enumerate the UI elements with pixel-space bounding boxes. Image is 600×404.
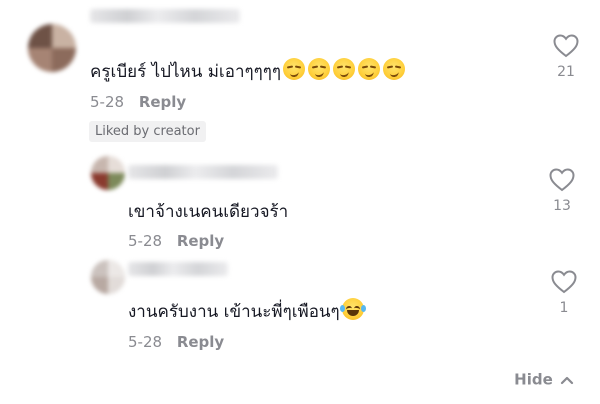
comment-3: งานครับงาน เข้านะพี่ๆเพือนๆ 5-28 Reply 1: [0, 250, 600, 360]
comment-text: ครูเบียร์ ไปไหน ม่เอาๆๆๆๆ: [90, 58, 406, 84]
comment-meta: 5-28 Reply: [90, 93, 186, 111]
heart-icon[interactable]: [549, 168, 575, 192]
reply-button[interactable]: Reply: [177, 232, 224, 250]
smirking-face-emoji: [333, 58, 356, 80]
heart-icon[interactable]: [551, 270, 577, 294]
comment-text: งานครับงาน เข้านะพี่ๆเพือนๆ: [128, 298, 366, 324]
smirking-face-emoji: [358, 58, 381, 80]
avatar[interactable]: [91, 156, 125, 190]
comment-meta: 5-28 Reply: [128, 333, 224, 351]
emoji-row: [339, 298, 366, 320]
chevron-up-icon: [560, 376, 574, 384]
comment-date: 5-28: [128, 232, 163, 250]
hide-replies-button[interactable]: Hide: [514, 370, 574, 389]
username-redacted[interactable]: [90, 9, 240, 23]
username-redacted[interactable]: [128, 262, 228, 276]
comment-meta: 5-28 Reply: [128, 232, 224, 250]
like-count: 1: [559, 300, 569, 316]
comment-1: ครูเบียร์ ไปไหน ม่เอาๆๆๆๆ 5-28 Reply Lik…: [0, 0, 600, 150]
reply-button[interactable]: Reply: [177, 333, 224, 351]
reply-button[interactable]: Reply: [139, 93, 186, 111]
liked-by-creator-badge: Liked by creator: [89, 121, 206, 142]
avatar[interactable]: [28, 24, 76, 72]
smirking-face-emoji: [283, 58, 306, 80]
comment-body: เขาจ้างเนคนเดียวจร้า: [128, 202, 289, 222]
heart-icon[interactable]: [553, 34, 579, 58]
emoji-row: [283, 58, 406, 80]
like-count: 13: [553, 198, 571, 214]
like-button[interactable]: 1: [544, 270, 584, 316]
like-button[interactable]: 21: [546, 34, 586, 80]
comment-date: 5-28: [128, 333, 163, 351]
like-button[interactable]: 13: [542, 168, 582, 214]
face-with-tears-of-joy-emoji: [339, 298, 366, 320]
avatar[interactable]: [91, 260, 125, 294]
like-count: 21: [557, 64, 575, 80]
comment-body: ครูเบียร์ ไปไหน ม่เอาๆๆๆๆ: [90, 62, 282, 82]
username-redacted[interactable]: [128, 165, 278, 179]
hide-label: Hide: [514, 370, 553, 389]
smirking-face-emoji: [308, 58, 331, 80]
comment-date: 5-28: [90, 93, 125, 111]
comment-body: งานครับงาน เข้านะพี่ๆเพือนๆ: [128, 302, 340, 322]
comment-text: เขาจ้างเนคนเดียวจร้า: [128, 200, 288, 224]
smirking-face-emoji: [383, 58, 406, 80]
comment-2: เขาจ้างเนคนเดียวจร้า 5-28 Reply 13: [0, 150, 600, 250]
